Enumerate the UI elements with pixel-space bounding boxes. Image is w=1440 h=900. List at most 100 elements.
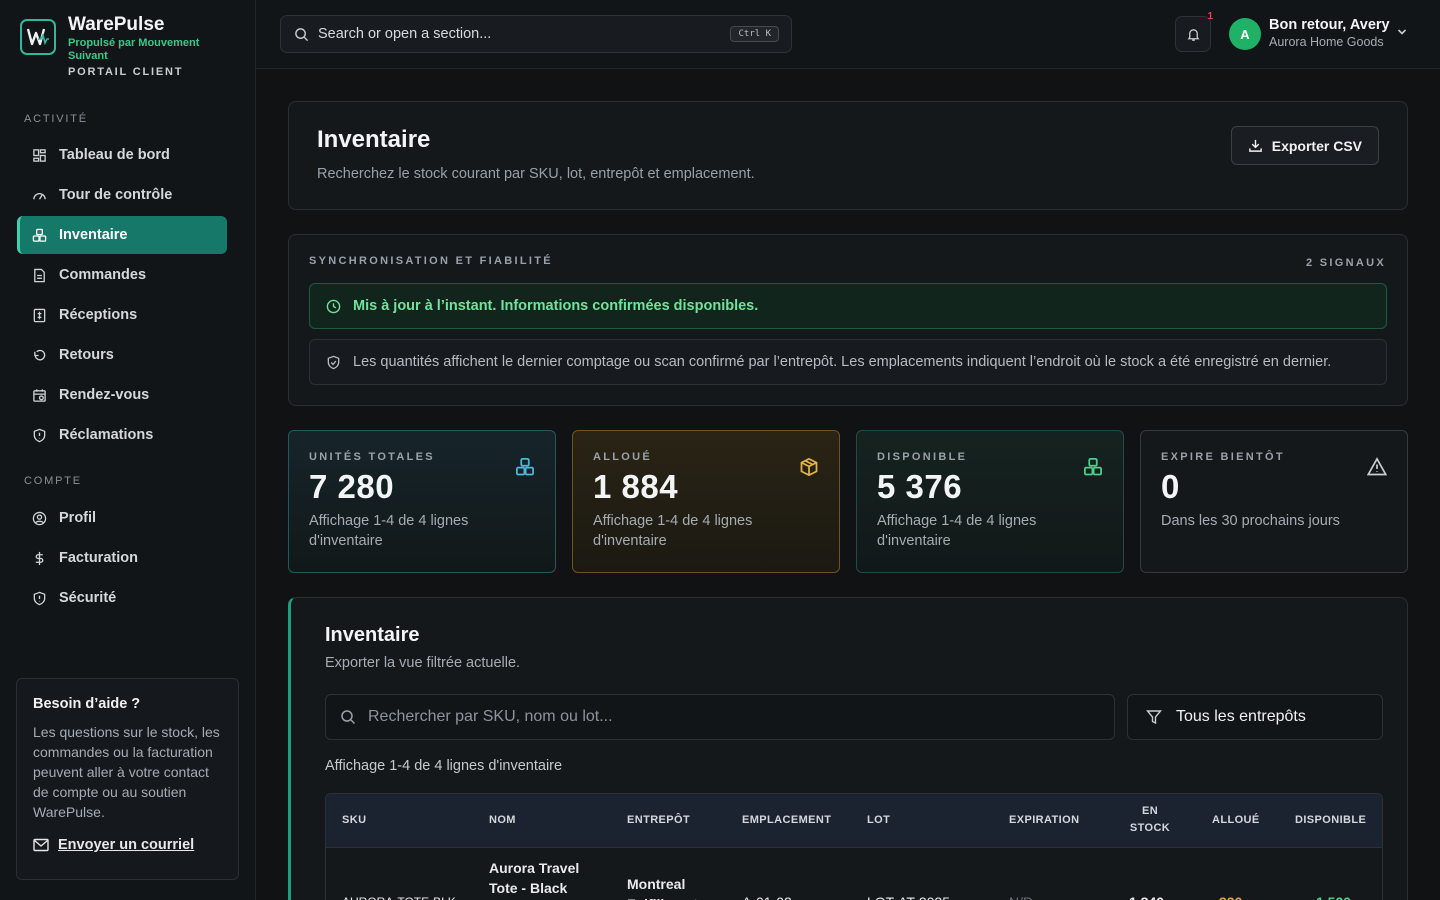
sidebar-item-label: Profil xyxy=(59,510,97,526)
stat-card-total-units: UNITÉS TOTALES 7 280 Affichage 1-4 de 4 … xyxy=(288,430,556,573)
stat-card-allocated: ALLOUÉ 1 884 Affichage 1-4 de 4 lignes d… xyxy=(572,430,840,573)
inventory-search-input[interactable]: Rechercher par SKU, nom ou lot... xyxy=(325,694,1115,740)
sidebar-item-label: Retours xyxy=(59,347,114,363)
sidebar-item-profile[interactable]: Profil xyxy=(17,499,227,537)
sidebar-item-label: Facturation xyxy=(59,550,138,566)
inventory-description: Exporter la vue filtrée actuelle. xyxy=(325,655,521,671)
dashboard-icon xyxy=(31,147,47,163)
shortcut-hint: Ctrl K xyxy=(730,26,779,42)
warning-icon xyxy=(1367,457,1387,476)
export-csv-button[interactable]: Exporter CSV xyxy=(1230,126,1379,165)
stat-value: 0 xyxy=(1161,468,1180,505)
receipt-icon xyxy=(31,307,47,323)
stat-subtext: Dans les 30 prochains jours xyxy=(1161,513,1340,529)
cell-in-stock: 1 840 xyxy=(1129,892,1164,900)
column-header-allocated[interactable]: ALLOUÉ xyxy=(1212,812,1260,829)
inventory-table-card: Inventaire Exporter la vue filtrée actue… xyxy=(288,597,1408,900)
sidebar-item-label: Tableau de bord xyxy=(59,147,170,163)
sync-info-banner: Les quantités affichent le dernier compt… xyxy=(309,339,1387,385)
send-email-link[interactable]: Envoyer un courriel xyxy=(33,837,222,853)
sync-status-banner: Mis à jour à l’instant. Informations con… xyxy=(309,283,1387,329)
dollar-icon xyxy=(31,550,47,566)
shield-info-icon xyxy=(327,355,340,369)
sidebar-item-orders[interactable]: Commandes xyxy=(17,256,227,294)
warehouse-filter-value: Tous les entrepôts xyxy=(1176,708,1306,725)
stat-label: EXPIRE BIENTÔT xyxy=(1161,451,1285,463)
boxes-icon xyxy=(31,227,47,243)
user-greeting: Bon retour, Avery xyxy=(1269,17,1390,33)
results-count: Affichage 1-4 de 4 lignes d'inventaire xyxy=(325,758,563,774)
inventory-table: SKU NOM ENTREPÔT EMPLACEMENT LOT EXPIRAT… xyxy=(325,793,1383,900)
brand[interactable]: WarePulse Propulsé par Mouvement Suivant… xyxy=(20,14,218,78)
inventory-search-placeholder: Rechercher par SKU, nom ou lot... xyxy=(368,708,613,725)
chevron-down-icon[interactable] xyxy=(1396,26,1408,38)
sidebar-item-label: Réceptions xyxy=(59,307,138,323)
stat-subtext: Affichage 1-4 de 4 lignes d'inventaire xyxy=(877,513,1037,549)
calendar-icon xyxy=(31,387,47,403)
topbar: Search or open a section... Ctrl K 1 A B… xyxy=(256,0,1440,69)
sidebar-item-label: Rendez-vous xyxy=(59,387,150,403)
sync-title: SYNCHRONISATION ET FIABILITÉ xyxy=(309,255,553,267)
page-header-card: Inventaire Recherchez le stock courant p… xyxy=(288,101,1408,210)
column-header-expiration[interactable]: EXPIRATION xyxy=(1009,812,1079,829)
sidebar-item-label: Réclamations xyxy=(59,427,154,443)
stat-card-available: DISPONIBLE 5 376 Affichage 1-4 de 4 lign… xyxy=(856,430,1124,573)
notification-count: 1 xyxy=(1207,11,1213,22)
stat-subtext: Affichage 1-4 de 4 lignes d'inventaire xyxy=(309,513,469,549)
sync-reliability-card: SYNCHRONISATION ET FIABILITÉ 2 SIGNAUX M… xyxy=(288,234,1408,406)
help-text: Les questions sur le stock, les commande… xyxy=(33,724,220,820)
global-search-input[interactable]: Search or open a section... Ctrl K xyxy=(280,15,792,53)
column-header-available[interactable]: DISPONIBLE xyxy=(1295,812,1366,829)
avatar[interactable]: A xyxy=(1229,18,1261,50)
activity-section-label: ACTIVITÉ xyxy=(24,113,88,125)
cell-expiration: N/D xyxy=(1009,892,1033,900)
sidebar-item-returns[interactable]: Retours xyxy=(17,336,227,374)
table-row[interactable]: AURORA-TOTE-BLK Aurora Travel Tote - Bla… xyxy=(326,848,1382,900)
sidebar-item-inventory[interactable]: Inventaire xyxy=(17,216,227,254)
page-subtitle: Recherchez le stock courant par SKU, lot… xyxy=(317,166,755,182)
sidebar-item-claims[interactable]: Réclamations xyxy=(17,416,227,454)
warehouse-filter-select[interactable]: Tous les entrepôts xyxy=(1127,694,1383,740)
portal-label: PORTAIL CLIENT xyxy=(68,66,184,78)
stat-value: 7 280 xyxy=(309,468,395,505)
search-icon xyxy=(341,710,356,725)
signal-count: 2 SIGNAUX xyxy=(1306,257,1386,269)
page-title: Inventaire xyxy=(317,126,431,153)
column-header-lot[interactable]: LOT xyxy=(867,812,890,829)
cell-name: Aurora Travel Tote - Black xyxy=(489,860,580,896)
cell-lot: LOT-AT-2025 xyxy=(867,892,950,900)
export-csv-label: Exporter CSV xyxy=(1271,137,1362,154)
sidebar-item-receipts[interactable]: Réceptions xyxy=(17,296,227,334)
cell-location: A-01-02 xyxy=(742,892,792,900)
inventory-title: Inventaire xyxy=(325,624,420,646)
sidebar-item-dashboard[interactable]: Tableau de bord xyxy=(17,136,227,174)
sync-info-text: Les quantités affichent le dernier compt… xyxy=(353,354,1332,370)
column-header-name[interactable]: NOM xyxy=(489,812,516,829)
column-header-sku[interactable]: SKU xyxy=(342,812,366,829)
cell-allocated: 320 xyxy=(1219,892,1242,900)
boxes-icon xyxy=(1084,458,1102,476)
cell-available: 1 520 xyxy=(1316,892,1351,900)
stat-value: 1 884 xyxy=(593,468,679,505)
sidebar-item-billing[interactable]: Facturation xyxy=(17,539,227,577)
sidebar-item-label: Sécurité xyxy=(59,590,117,606)
sync-status-text: Mis à jour à l’instant. Informations con… xyxy=(353,298,759,314)
sidebar-item-label: Tour de contrôle xyxy=(59,187,173,203)
filter-icon xyxy=(1146,710,1162,725)
user-organization: Aurora Home Goods xyxy=(1269,35,1384,49)
sidebar-item-control-tower[interactable]: Tour de contrôle xyxy=(17,176,227,214)
search-icon xyxy=(295,27,309,41)
column-header-location[interactable]: EMPLACEMENT xyxy=(742,812,831,829)
column-header-in-stock[interactable]: EN STOCK xyxy=(1126,803,1174,837)
document-icon xyxy=(31,267,47,283)
notifications-button[interactable]: 1 xyxy=(1175,11,1213,52)
user-menu[interactable]: Bon retour, Avery Aurora Home Goods xyxy=(1269,17,1390,49)
column-header-warehouse[interactable]: ENTREPÔT xyxy=(627,812,690,829)
clock-icon xyxy=(326,299,341,313)
cell-warehouse: Montreal Fulfillment xyxy=(627,876,698,900)
account-section-label: COMPTE xyxy=(24,475,82,487)
global-search-placeholder: Search or open a section... xyxy=(318,26,492,42)
sidebar-item-appointments[interactable]: Rendez-vous xyxy=(17,376,227,414)
sidebar-item-security[interactable]: Sécurité xyxy=(17,579,227,617)
sidebar-item-label: Commandes xyxy=(59,267,147,283)
